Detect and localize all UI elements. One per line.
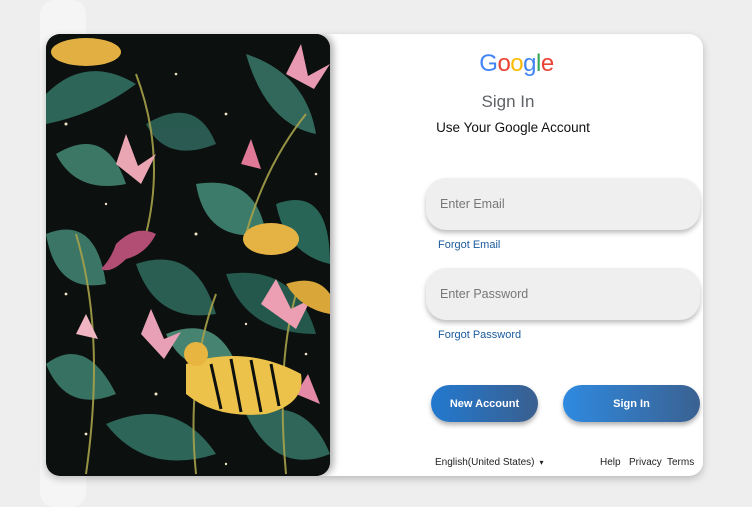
- caret-down-icon: ▾: [539, 458, 544, 467]
- forgot-email-link[interactable]: Forgot Email: [438, 239, 500, 251]
- jungle-artwork: [46, 34, 330, 476]
- google-logo: Google: [330, 50, 703, 78]
- language-selector[interactable]: English(United States) ▾: [435, 457, 544, 468]
- page-subtitle: Use Your Google Account: [436, 120, 590, 135]
- page-title: Sign In: [481, 92, 535, 111]
- logo-letter: G: [479, 50, 498, 77]
- sign-in-panel: Google Sign In Use Your Google Account F…: [330, 34, 703, 476]
- forgot-password-link[interactable]: Forgot Password: [438, 329, 521, 341]
- email-field[interactable]: [426, 178, 700, 230]
- language-label: English(United States): [435, 457, 535, 468]
- jungle-illustration: [46, 34, 330, 476]
- help-link[interactable]: Help: [600, 457, 621, 468]
- new-account-button[interactable]: New Account: [431, 385, 538, 422]
- password-field[interactable]: [426, 268, 700, 320]
- privacy-link[interactable]: Privacy: [629, 457, 662, 468]
- terms-link[interactable]: Terms: [667, 457, 694, 468]
- sign-in-button[interactable]: Sign In: [563, 385, 700, 422]
- logo-letter: e: [540, 50, 554, 77]
- login-card: Google Sign In Use Your Google Account F…: [46, 34, 703, 476]
- logo-letter: g: [523, 50, 537, 77]
- logo-letter: o: [497, 50, 511, 77]
- logo-letter: o: [510, 50, 524, 77]
